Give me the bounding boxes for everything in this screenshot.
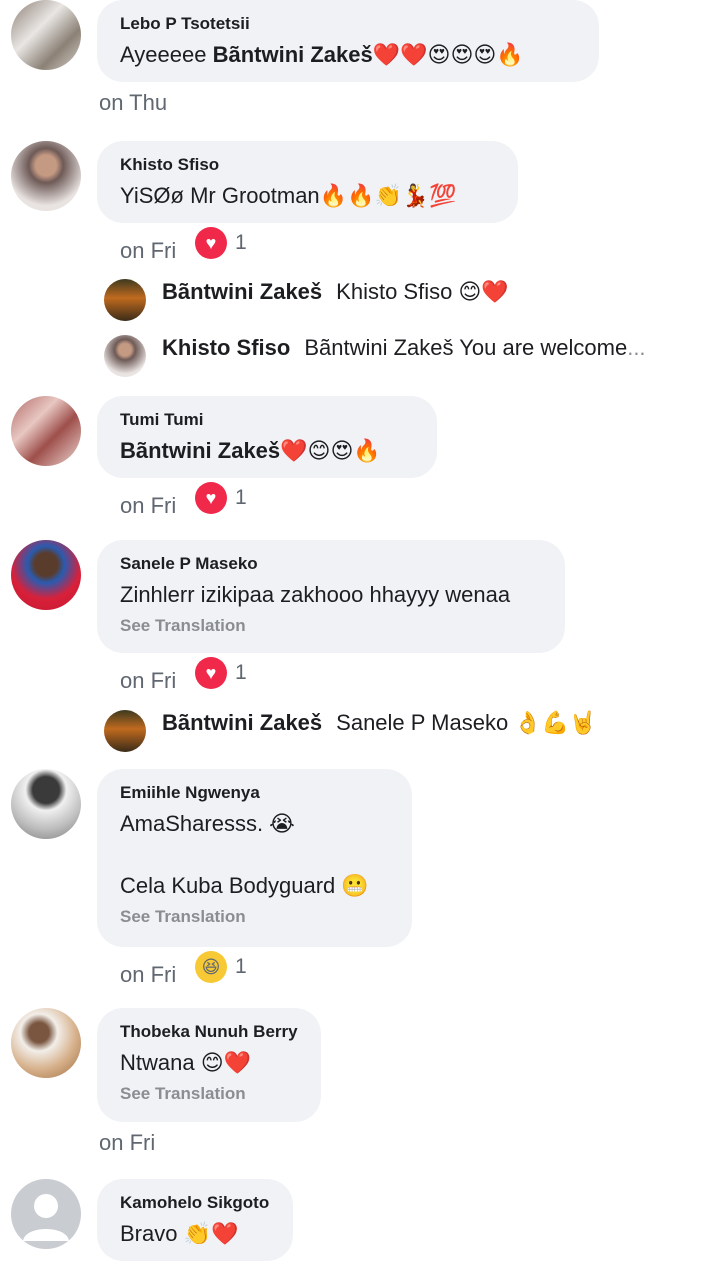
avatar[interactable] — [11, 1008, 81, 1078]
comment-bubble[interactable]: Tumi Tumi Bãntwini Zakeš❤️😊😍🔥 — [97, 396, 437, 478]
reaction-count[interactable]: ♥ 1 — [195, 227, 247, 259]
comment-bubble[interactable]: Lebo P Tsotetsii Ayeeeee Bãntwini Zakeš❤… — [97, 0, 599, 82]
avatar[interactable] — [11, 141, 81, 211]
comment-time[interactable]: on Fri — [99, 1130, 155, 1156]
reply-item[interactable]: Bãntwini Zakeš Khisto Sfiso 😊❤️ — [104, 279, 509, 321]
see-translation-link[interactable]: See Translation — [120, 907, 389, 927]
comment-bubble[interactable]: Thobeka Nunuh Berry Ntwana 😊❤️ See Trans… — [97, 1008, 321, 1122]
default-avatar-icon — [23, 1194, 69, 1241]
reply-author[interactable]: Bãntwini Zakeš — [162, 279, 322, 305]
heart-reaction-icon: ♥ — [195, 227, 227, 259]
comment-bubble[interactable]: Emiihle Ngwenya AmaSharesss. 😭 Cela Kuba… — [97, 769, 412, 947]
comment-time[interactable]: on Fri — [120, 962, 176, 988]
comment-time[interactable]: on Fri — [120, 238, 176, 264]
laugh-reaction-icon: 😆 — [195, 951, 227, 983]
comment-text: AmaSharesss. 😭 — [120, 811, 295, 836]
reply-item[interactable]: Khisto Sfiso Bãntwini Zakeš You are welc… — [104, 335, 646, 377]
comment-time[interactable]: on Thu — [99, 90, 167, 116]
avatar[interactable] — [11, 1179, 81, 1249]
reaction-count[interactable]: ♥ 1 — [195, 657, 247, 689]
avatar[interactable] — [11, 396, 81, 466]
comment-bubble[interactable]: Kamohelo Sikgoto Bravo 👏❤️ — [97, 1179, 293, 1261]
reply-author[interactable]: Khisto Sfiso — [162, 335, 290, 361]
comment-text: YiSØø Mr Grootman🔥🔥👏💃💯 — [120, 183, 457, 208]
comment-text: Bravo 👏❤️ — [120, 1221, 239, 1246]
avatar[interactable] — [104, 710, 146, 752]
reply-text: Sanele P Maseko 👌💪🤘 — [336, 710, 597, 735]
comment-author[interactable]: Kamohelo Sikgoto — [120, 1193, 270, 1213]
comment-text: Bãntwini Zakeš❤️😊😍🔥 — [120, 438, 381, 463]
reaction-count[interactable]: ♥ 1 — [195, 482, 247, 514]
comment-text: Ntwana 😊❤️ — [120, 1050, 252, 1075]
see-translation-link[interactable]: See Translation — [120, 616, 542, 636]
reply-author[interactable]: Bãntwini Zakeš — [162, 710, 322, 736]
reply-item[interactable]: Bãntwini Zakeš Sanele P Maseko 👌💪🤘 — [104, 710, 597, 752]
comment-time[interactable]: on Fri — [120, 493, 176, 519]
comment-author[interactable]: Tumi Tumi — [120, 410, 414, 430]
reply-text: Bãntwini Zakeš You are welcome... — [304, 335, 646, 360]
avatar[interactable] — [11, 0, 81, 70]
comment-text: Zinhlerr izikipaa zakhooo hhayyy wenaa — [120, 582, 511, 607]
comment-text: Ayeeeee Bãntwini Zakeš❤️❤️😍😍😍🔥 — [120, 42, 524, 67]
reply-text: Khisto Sfiso 😊❤️ — [336, 279, 509, 304]
comment-author[interactable]: Thobeka Nunuh Berry — [120, 1022, 298, 1042]
heart-reaction-icon: ♥ — [195, 657, 227, 689]
reaction-count[interactable]: 😆 1 — [195, 951, 247, 983]
heart-reaction-icon: ♥ — [195, 482, 227, 514]
comment-time[interactable]: on Fri — [120, 668, 176, 694]
comment-text: Cela Kuba Bodyguard 😬 — [120, 873, 369, 898]
comment-author[interactable]: Sanele P Maseko — [120, 554, 542, 574]
comment-author[interactable]: Lebo P Tsotetsii — [120, 14, 576, 34]
comment-bubble[interactable]: Sanele P Maseko Zinhlerr izikipaa zakhoo… — [97, 540, 565, 653]
see-translation-link[interactable]: See Translation — [120, 1084, 298, 1104]
avatar[interactable] — [11, 769, 81, 839]
comment-bubble[interactable]: Khisto Sfiso YiSØø Mr Grootman🔥🔥👏💃💯 — [97, 141, 518, 223]
avatar[interactable] — [11, 540, 81, 610]
comment-author[interactable]: Emiihle Ngwenya — [120, 783, 389, 803]
avatar[interactable] — [104, 335, 146, 377]
comment-author[interactable]: Khisto Sfiso — [120, 155, 495, 175]
avatar[interactable] — [104, 279, 146, 321]
